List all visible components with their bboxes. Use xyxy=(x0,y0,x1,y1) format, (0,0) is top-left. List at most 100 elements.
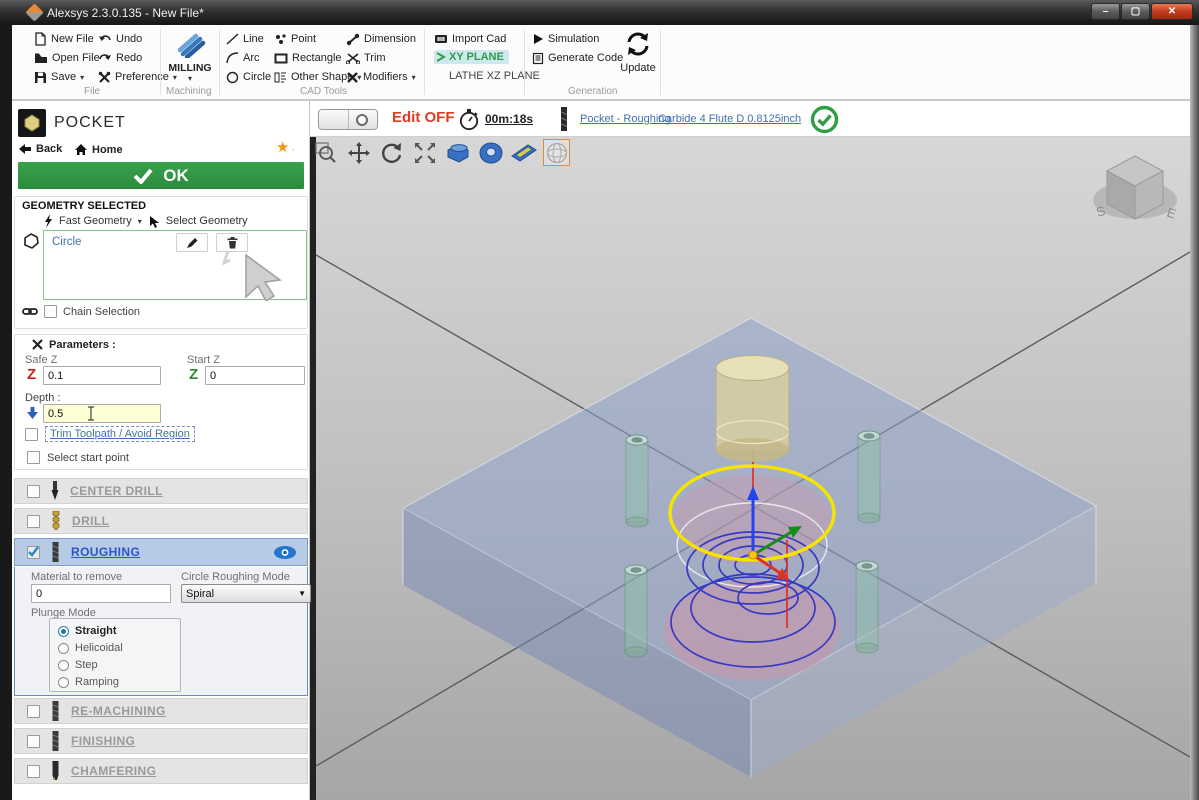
depth-input[interactable] xyxy=(43,404,161,423)
chain-selection-checkbox[interactable] xyxy=(44,305,57,318)
geometry-list[interactable]: Circle xyxy=(43,230,307,300)
start-z-label: Start Z xyxy=(187,354,220,366)
plunge-option-ramping[interactable]: Ramping xyxy=(58,676,119,688)
viewport-3d[interactable]: S E xyxy=(316,137,1190,800)
parameters-section: Parameters : Safe Z Start Z Z Z Depth : … xyxy=(14,334,308,470)
operation-link[interactable]: Pocket - Roughing xyxy=(580,113,671,125)
xy-plane-button[interactable]: XY PLANE xyxy=(434,49,509,65)
milling-button[interactable]: MILLING ▾ xyxy=(164,28,216,90)
chamfering-checkbox[interactable] xyxy=(27,765,40,778)
open-file-button[interactable]: Open File xyxy=(34,50,100,66)
modifiers-icon xyxy=(346,71,359,84)
text-cursor xyxy=(87,406,95,421)
new-file-icon xyxy=(34,32,47,46)
operation-chamfering[interactable]: CHAMFERING xyxy=(14,758,308,784)
drill-checkbox[interactable] xyxy=(27,515,40,528)
fast-geometry-button[interactable]: Fast Geometry xyxy=(59,215,132,227)
modifiers-tool[interactable]: Modifiers▾ xyxy=(346,69,416,85)
edit-toggle[interactable] xyxy=(318,109,378,130)
arc-tool[interactable]: Arc xyxy=(226,50,260,66)
save-icon xyxy=(34,71,47,84)
tool-link[interactable]: Carbide 4 Flute D 0.8125inch xyxy=(658,113,801,125)
plunge-mode-group: Straight Helicoidal Step Ramping xyxy=(49,618,181,692)
operation-re-machining[interactable]: RE-MACHINING xyxy=(14,698,308,724)
circle-roughing-mode-select[interactable]: Spiral ▼ xyxy=(181,584,311,603)
select-start-point-checkbox[interactable] xyxy=(27,451,40,464)
page-title: POCKET xyxy=(54,114,126,132)
rectangle-tool[interactable]: Rectangle xyxy=(274,50,342,66)
edit-geometry-button[interactable] xyxy=(176,233,208,252)
lathe-xz-plane-button[interactable]: LATHE XZ PLANE xyxy=(449,68,540,84)
select-geometry-button[interactable]: Select Geometry xyxy=(166,215,248,227)
radio-ramping[interactable] xyxy=(58,677,69,688)
operation-drill[interactable]: DRILL xyxy=(14,508,308,534)
simulation-button[interactable]: Simulation xyxy=(532,31,599,47)
material-to-remove-input[interactable] xyxy=(31,584,171,603)
plunge-option-straight[interactable]: Straight xyxy=(58,625,117,637)
chain-selection-label: Chain Selection xyxy=(63,306,140,318)
show-torus-button[interactable] xyxy=(477,139,504,166)
visibility-eye-icon[interactable] xyxy=(273,545,297,560)
chain-link-icon xyxy=(22,306,38,317)
fit-view-button[interactable] xyxy=(411,139,438,166)
zoom-window-button[interactable] xyxy=(312,139,339,166)
home-button[interactable]: Home xyxy=(74,143,123,156)
geometry-list-item[interactable]: Circle xyxy=(52,236,81,248)
safe-z-input[interactable] xyxy=(43,366,161,385)
arc-icon xyxy=(226,52,239,64)
re-machining-checkbox[interactable] xyxy=(27,705,40,718)
show-sphere-button[interactable] xyxy=(543,139,570,166)
show-plate-button[interactable] xyxy=(510,139,537,166)
back-button[interactable]: Back xyxy=(18,143,62,155)
plate-icon xyxy=(510,142,537,164)
material-to-remove-label: Material to remove xyxy=(31,571,122,583)
parameters-icon xyxy=(31,338,44,351)
close-button[interactable]: ✕ xyxy=(1151,3,1193,20)
select-start-point-label: Select start point xyxy=(47,452,129,464)
status-ok-icon xyxy=(810,105,839,134)
save-button[interactable]: Save▾ xyxy=(34,69,84,85)
rotate-icon xyxy=(380,141,404,165)
center-drill-icon xyxy=(50,481,60,501)
ok-button[interactable]: OK xyxy=(18,162,304,189)
radio-step[interactable] xyxy=(58,660,69,671)
finishing-checkbox[interactable] xyxy=(27,735,40,748)
plunge-option-helicoidal[interactable]: Helicoidal xyxy=(58,642,123,654)
minimize-button[interactable]: – xyxy=(1091,3,1120,20)
dimension-tool[interactable]: Dimension xyxy=(346,31,416,47)
undo-button[interactable]: Undo xyxy=(98,31,142,47)
line-tool[interactable]: Line xyxy=(226,31,264,47)
radio-helicoidal[interactable] xyxy=(58,643,69,654)
rectangle-icon xyxy=(274,53,288,64)
circle-tool[interactable]: Circle xyxy=(226,69,271,85)
operation-roughing[interactable]: ROUGHING xyxy=(14,538,308,566)
select-geometry-cursor-icon xyxy=(148,215,160,228)
point-tool[interactable]: Point xyxy=(274,31,316,47)
favorite-star-icon[interactable]: ★ · xyxy=(276,138,295,156)
operation-center-drill[interactable]: CENTER DRILL xyxy=(14,478,308,504)
center-drill-checkbox[interactable] xyxy=(27,485,40,498)
stopwatch-icon xyxy=(458,108,481,131)
plunge-option-step[interactable]: Step xyxy=(58,659,98,671)
generate-code-button[interactable]: Generate Code xyxy=(532,50,623,66)
start-z-input[interactable] xyxy=(205,366,305,385)
trim-toolpath-link[interactable]: Trim Toolpath / Avoid Region xyxy=(45,426,195,442)
import-cad-button[interactable]: Import Cad xyxy=(434,31,506,47)
new-file-button[interactable]: New File xyxy=(34,31,94,47)
rotate-button[interactable] xyxy=(378,139,405,166)
pan-button[interactable] xyxy=(345,139,372,166)
show-stock-button[interactable] xyxy=(444,139,471,166)
depth-arrow-icon xyxy=(26,406,39,420)
other-shape-icon xyxy=(274,71,287,84)
operation-finishing[interactable]: FINISHING xyxy=(14,728,308,754)
roughing-checkbox[interactable] xyxy=(27,546,40,559)
update-button[interactable]: Update xyxy=(615,29,661,74)
radio-straight[interactable] xyxy=(58,626,69,637)
generation-group-label: Generation xyxy=(568,86,617,97)
maximize-button[interactable]: ▢ xyxy=(1121,3,1150,20)
redo-button[interactable]: Redo xyxy=(98,50,142,66)
trash-icon xyxy=(227,236,238,249)
trim-toolpath-checkbox[interactable] xyxy=(25,428,38,441)
file-group-label: File xyxy=(84,86,100,97)
trim-tool[interactable]: Trim xyxy=(346,50,386,66)
